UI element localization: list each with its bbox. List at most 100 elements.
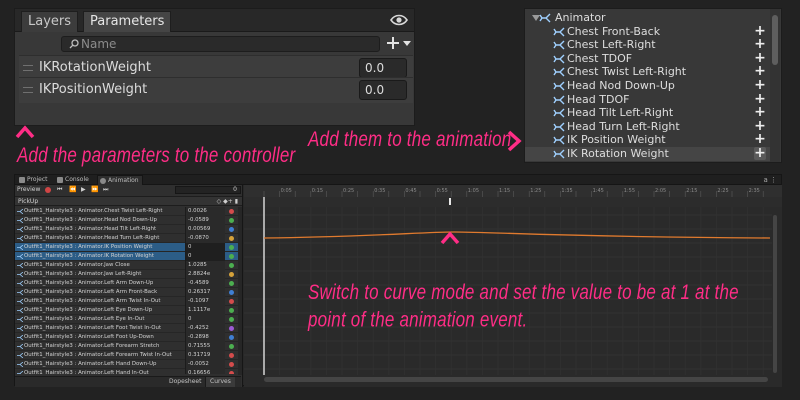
- drag-handle-icon[interactable]: [23, 87, 33, 93]
- record-button[interactable]: [45, 187, 51, 193]
- parameter-value-field[interactable]: 0.0: [359, 80, 407, 100]
- track-row[interactable]: Outfit1_Hairstyle3 : Animator.Head Nod D…: [15, 216, 241, 225]
- animator-icon: [17, 362, 23, 367]
- drag-handle-icon[interactable]: [23, 65, 33, 71]
- tab-console[interactable]: Console: [55, 175, 92, 185]
- track-value[interactable]: -0.0052: [185, 360, 225, 369]
- animator-icon: [17, 290, 23, 295]
- annotation-curve-mode: Switch to curve mode and set the value t…: [308, 280, 739, 332]
- property-item[interactable]: Head Turn Left-Right +: [525, 119, 770, 134]
- track-value[interactable]: 2.8824e: [185, 270, 225, 279]
- window-menu-icon[interactable]: a ⋮: [763, 175, 777, 185]
- tab-layers[interactable]: Layers: [21, 11, 79, 32]
- add-property-button[interactable]: +: [754, 146, 766, 160]
- play-button[interactable]: ▶: [81, 185, 86, 195]
- add-parameter-button[interactable]: [385, 34, 413, 52]
- next-frame-button[interactable]: ⏩: [91, 185, 98, 195]
- track-row[interactable]: Outfit1_Hairstyle3 : Animator.Head Turn …: [15, 234, 241, 243]
- search-input[interactable]: [81, 37, 371, 51]
- curve-color-dot: [229, 245, 234, 250]
- prev-frame-button[interactable]: ⏪: [69, 185, 76, 195]
- property-item[interactable]: IK Rotation Weight +: [525, 146, 770, 161]
- tab-project[interactable]: Project: [17, 175, 51, 185]
- ruler-label: 2:05: [655, 188, 666, 194]
- mode-tabs: Dopesheet Curves: [15, 376, 241, 387]
- tab-parameters[interactable]: Parameters: [83, 11, 172, 32]
- property-item[interactable]: Chest Twist Left-Right +: [525, 64, 770, 79]
- property-item[interactable]: Head Tilt Left-Right +: [525, 105, 770, 120]
- first-frame-button[interactable]: ⏮: [57, 185, 62, 195]
- property-item[interactable]: IK Position Weight +: [525, 132, 770, 147]
- frame-field[interactable]: 0: [175, 186, 241, 194]
- eye-icon[interactable]: [390, 12, 408, 28]
- track-list-scrollbar[interactable]: [238, 207, 242, 375]
- track-row[interactable]: Outfit1_Hairstyle3 : Animator.Left Hand …: [15, 369, 241, 374]
- tab-curves[interactable]: Curves: [205, 377, 235, 387]
- track-row[interactable]: Outfit1_Hairstyle3 : Animator.Jaw Left-R…: [15, 270, 241, 279]
- property-item[interactable]: Head TDOF +: [525, 92, 770, 107]
- last-frame-button[interactable]: ⏭: [103, 185, 108, 195]
- track-row[interactable]: Outfit1_Hairstyle3 : Animator.IK Rotatio…: [15, 252, 241, 261]
- tab-dopesheet[interactable]: Dopesheet: [165, 377, 205, 387]
- parameter-value-field[interactable]: 0.0: [359, 58, 407, 78]
- property-item[interactable]: Head Nod Down-Up +: [525, 78, 770, 93]
- property-item[interactable]: Chest TDOF +: [525, 51, 770, 66]
- track-row[interactable]: Outfit1_Hairstyle3 : Animator.Left Forea…: [15, 351, 241, 360]
- track-value[interactable]: -0.0589: [185, 216, 225, 225]
- curve-color-dot: [229, 344, 234, 349]
- animator-icon: [17, 371, 23, 374]
- track-value[interactable]: 0.71555: [185, 342, 225, 351]
- track-value[interactable]: -0.0870: [185, 234, 225, 243]
- track-row[interactable]: Outfit1_Hairstyle3 : Animator.IK Positio…: [15, 243, 241, 252]
- track-row[interactable]: Outfit1_Hairstyle3 : Animator.Chest Twis…: [15, 207, 241, 216]
- track-row[interactable]: Outfit1_Hairstyle3 : Animator.Left Arm T…: [15, 297, 241, 306]
- track-row[interactable]: Outfit1_Hairstyle3 : Animator.Left Hand …: [15, 360, 241, 369]
- track-value[interactable]: 0.16656: [185, 369, 225, 374]
- property-root-animator[interactable]: Animator: [525, 11, 770, 25]
- parameter-search[interactable]: [61, 36, 380, 52]
- track-row[interactable]: Outfit1_Hairstyle3 : Animator.Head Tilt …: [15, 225, 241, 234]
- track-value[interactable]: 0: [185, 315, 225, 324]
- track-row[interactable]: Outfit1_Hairstyle3 : Animator.Left Foot …: [15, 324, 241, 333]
- animator-icon: [17, 353, 23, 358]
- animator-property-list: Animator Chest Front-Back + Chest Left-Rig…: [524, 8, 782, 163]
- track-value[interactable]: 0: [185, 252, 225, 261]
- tab-animation[interactable]: Animation: [97, 175, 143, 185]
- track-value[interactable]: 0.31719: [185, 351, 225, 360]
- track-row[interactable]: Outfit1_Hairstyle3 : Animator.Left Arm D…: [15, 279, 241, 288]
- parameter-name[interactable]: IKPositionWeight: [39, 82, 147, 97]
- property-list-scrollbar[interactable]: [770, 9, 780, 162]
- track-value[interactable]: 0.00569: [185, 225, 225, 234]
- parameter-name[interactable]: IKRotationWeight: [39, 60, 151, 75]
- curve-color-dot: [229, 317, 234, 322]
- track-value[interactable]: 0.26317: [185, 288, 225, 297]
- track-row[interactable]: Outfit1_Hairstyle3 : Animator.Left Forea…: [15, 342, 241, 351]
- animator-icon: [553, 27, 565, 37]
- curve-color-dot: [229, 218, 234, 223]
- ruler-label: 1:15: [499, 188, 510, 194]
- track-row[interactable]: Outfit1_Hairstyle3 : Animator.Left Eye D…: [15, 306, 241, 315]
- property-root-label: Animator: [555, 11, 606, 24]
- track-row[interactable]: Outfit1_Hairstyle3 : Animator.Left Foot …: [15, 333, 241, 342]
- preview-toggle[interactable]: Preview: [17, 185, 40, 195]
- track-value[interactable]: -0.1097: [185, 297, 225, 306]
- track-row[interactable]: Outfit1_Hairstyle3 : Animator.Left Eye I…: [15, 315, 241, 324]
- property-label: Chest Front-Back: [567, 24, 661, 38]
- track-value[interactable]: 0.0026: [185, 207, 225, 216]
- track-row[interactable]: Outfit1_Hairstyle3 : Animator.Left Arm F…: [15, 288, 241, 297]
- ruler-label: 0:15: [312, 188, 323, 194]
- track-value[interactable]: 1.0285: [185, 261, 225, 270]
- property-item[interactable]: Chest Left-Right +: [525, 37, 770, 52]
- property-item[interactable]: Chest Front-Back +: [525, 24, 770, 39]
- track-value[interactable]: -0.4589: [185, 279, 225, 288]
- parameter-row[interactable]: IKPositionWeight 0.0: [19, 77, 413, 103]
- track-row[interactable]: Outfit1_Hairstyle3 : Animator.Jaw Close 1…: [15, 261, 241, 270]
- track-name: Outfit1_Hairstyle3 : Animator.Left Forea…: [24, 352, 172, 358]
- clip-selector[interactable]: PickUp ◇ ◆+ ▮: [15, 196, 242, 206]
- track-value[interactable]: 1.1117e: [185, 306, 225, 315]
- track-value[interactable]: -0.2898: [185, 333, 225, 342]
- track-value[interactable]: 0: [185, 243, 225, 252]
- keyframe-tools-icon[interactable]: ◇ ◆+ ▮: [217, 197, 238, 206]
- track-value[interactable]: -0.4252: [185, 324, 225, 333]
- animator-icon: [17, 263, 23, 268]
